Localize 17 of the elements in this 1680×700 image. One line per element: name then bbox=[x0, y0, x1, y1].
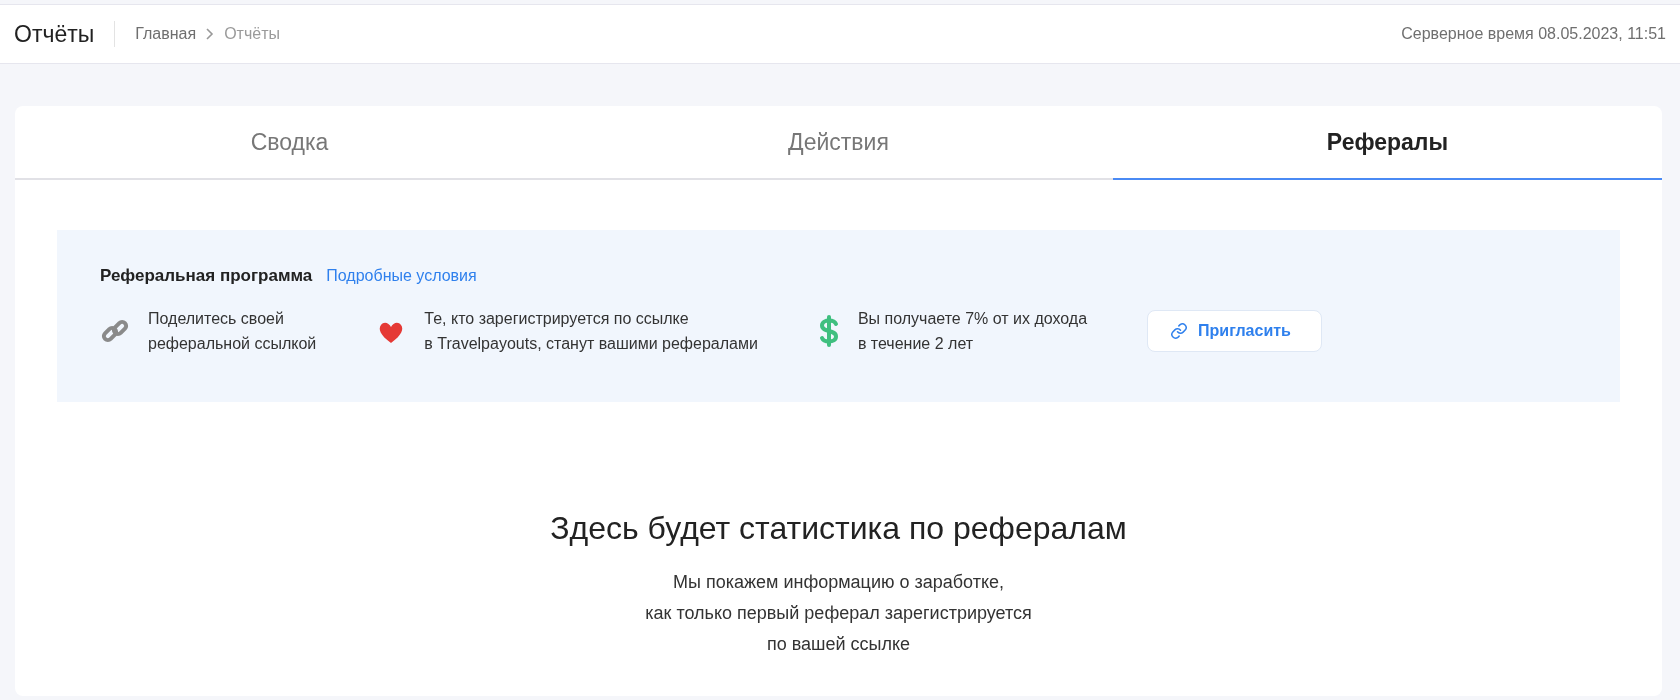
step-text: Поделитесь своей реферальной ссылкой bbox=[148, 309, 317, 354]
invite-button[interactable]: Пригласить bbox=[1147, 310, 1322, 352]
tab[interactable]: Действия bbox=[564, 106, 1113, 180]
empty-state-text: Мы покажем информацию о заработке, как только первый реферал зарегистрируется по вашей ссылке bbox=[645, 571, 1032, 656]
step-text: Те, кто зарегистрируется по ссылке в Travelpayouts, станут вашими рефералами bbox=[424, 309, 758, 354]
tab[interactable]: Рефералы bbox=[1113, 106, 1662, 180]
page-title: Отчёты bbox=[14, 21, 116, 47]
step-text: Вы получаете 7% от их дохода в течение 2 лет bbox=[857, 309, 1088, 354]
server-time: Серверное время 08.05.2023, 11:51 bbox=[1401, 25, 1666, 43]
dollar-icon bbox=[817, 315, 840, 347]
link-icon bbox=[1170, 322, 1189, 340]
terms-link[interactable]: Подробные условия bbox=[326, 267, 477, 285]
referral-title: Реферальная программа bbox=[100, 266, 313, 286]
chevron-right-icon bbox=[206, 28, 215, 40]
breadcrumb-link[interactable]: Главная bbox=[135, 25, 197, 43]
empty-state-title: Здесь будет статистика по рефералам bbox=[550, 510, 1127, 547]
tab[interactable]: Сводка bbox=[15, 106, 564, 180]
